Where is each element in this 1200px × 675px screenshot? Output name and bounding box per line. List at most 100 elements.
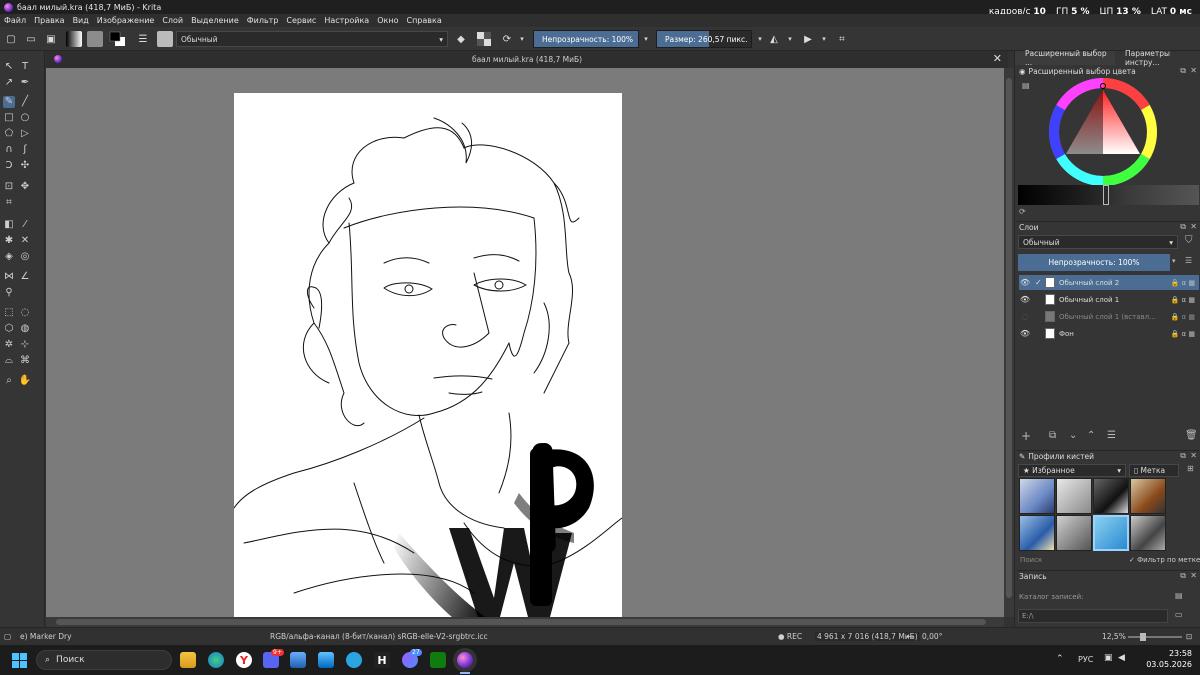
freehand-brush-tool-icon[interactable]: ✎ (3, 96, 15, 108)
save-icon[interactable]: ▣ (44, 31, 58, 47)
line-tool-icon[interactable]: ╱ (19, 96, 31, 108)
reference-images-tool-icon[interactable]: ⚲ (3, 287, 15, 299)
reload-preset-icon[interactable]: ⟳ (500, 31, 514, 47)
mirror-vertical-icon[interactable]: ▶ (800, 31, 816, 47)
bezier-selection-icon[interactable]: ⌓ (3, 355, 15, 367)
vertical-scrollbar[interactable] (1004, 68, 1014, 617)
ellipse-tool-icon[interactable]: ○ (19, 112, 31, 124)
calligraphy-tool-icon[interactable]: ✒ (19, 77, 31, 89)
brush-tag-select[interactable]: ★ Избранное ▾ (1018, 464, 1126, 477)
brush-preset-3[interactable] (1093, 478, 1129, 514)
layer-row-2[interactable]: 👁 Обычный слой 1 🔒 α ▦ (1019, 292, 1199, 307)
freehand-selection-icon[interactable]: ◍ (19, 323, 31, 335)
rectangle-tool-icon[interactable]: □ (3, 112, 15, 124)
menu-window[interactable]: Окно (377, 16, 398, 25)
duplicate-layer-icon[interactable]: ⧉ (1049, 430, 1056, 441)
float-panel-icon[interactable]: ⧉ (1180, 571, 1186, 581)
chevron-down-icon[interactable]: ▾ (786, 31, 794, 47)
gradient-swatch[interactable] (66, 31, 82, 47)
edit-shapes-tool-icon[interactable]: ↗ (3, 77, 15, 89)
color-wheel[interactable] (1047, 78, 1159, 186)
size-slider[interactable]: Размер: 260,57 пикс. (656, 30, 752, 48)
new-document-icon[interactable]: ▢ (4, 31, 18, 47)
text-tool-icon[interactable]: T (19, 61, 31, 73)
brush-preset-5[interactable] (1019, 515, 1055, 551)
float-panel-icon[interactable]: ⧉ (1180, 66, 1186, 76)
brush-preset-7-selected[interactable] (1093, 515, 1129, 551)
app-h-icon[interactable]: H (374, 652, 390, 668)
elliptical-selection-icon[interactable]: ◌ (19, 307, 31, 319)
color-picker-tool-icon[interactable]: ⁄ (19, 219, 31, 231)
color-settings-icon[interactable]: ▤ (1022, 81, 1030, 90)
bezier-tool-icon[interactable]: ∩ (3, 144, 15, 156)
recording-indicator[interactable]: ● REC (778, 632, 802, 641)
layer-row-3[interactable]: ◌ Обычный слой 1 (вставл... 🔒 α ▦ (1019, 309, 1199, 324)
freehand-path-tool-icon[interactable]: ʃ (19, 144, 31, 156)
polygonal-selection-icon[interactable]: ⬡ (3, 323, 15, 335)
windows-start-icon[interactable] (12, 653, 27, 668)
filter-layers-icon[interactable]: ⛉ (1185, 235, 1193, 246)
chevron-down-icon[interactable]: ▾ (518, 31, 526, 47)
monitor-icon[interactable]: ▣ (1104, 653, 1113, 663)
measure-tool-icon[interactable]: ∠ (19, 271, 31, 283)
recorder-options-icon[interactable]: ▤ (1175, 591, 1183, 600)
zoom-slider[interactable] (1128, 636, 1182, 638)
taskbar-search-box[interactable]: ⌕ Поиск (36, 650, 172, 670)
menu-image[interactable]: Изображение (97, 16, 155, 25)
menu-filter[interactable]: Фильтр (247, 16, 279, 25)
system-tray-chevron-icon[interactable]: ⌃ (1056, 654, 1064, 664)
document-tab[interactable]: баал милый.kra (418,7 МиБ) ✕ (46, 51, 1008, 68)
layer-lock-icon[interactable]: 🔒 α ▦ (1171, 313, 1199, 321)
zoom-tool-icon[interactable]: ⌕ (3, 375, 15, 387)
layer-row-4[interactable]: 👁 Фон 🔒 α ▦ (1019, 326, 1199, 341)
brush-view-options-icon[interactable]: ⊞ (1187, 464, 1194, 473)
similar-selection-icon[interactable]: ⊹ (19, 339, 31, 351)
contiguous-selection-icon[interactable]: ✲ (3, 339, 15, 351)
fill-tool-icon[interactable]: ◈ (3, 251, 15, 263)
multibrush-tool-icon[interactable]: ✣ (19, 160, 31, 172)
close-panel-icon[interactable]: ✕ (1190, 451, 1197, 460)
float-panel-icon[interactable]: ⧉ (1180, 222, 1186, 232)
zoom-slider-handle[interactable] (1140, 633, 1146, 641)
dynamic-brush-tool-icon[interactable]: Ↄ (3, 160, 15, 172)
krita-taskbar-icon[interactable] (457, 652, 473, 668)
polygon-tool-icon[interactable]: ⬠ (3, 128, 15, 140)
brush-search-input[interactable]: Поиск (1018, 554, 1124, 566)
layer-blend-mode-select[interactable]: Обычный ▾ (1018, 235, 1178, 249)
chevron-down-icon[interactable]: ▾ (756, 31, 764, 47)
add-layer-icon[interactable]: + (1021, 429, 1031, 443)
hidden-eye-icon[interactable]: ◌ (1019, 312, 1031, 321)
close-panel-icon[interactable]: ✕ (1190, 66, 1197, 75)
mirror-horizontal-icon[interactable]: ◭ (766, 31, 782, 47)
visibility-eye-icon[interactable]: 👁 (1019, 295, 1031, 304)
drawing-page[interactable] (233, 93, 623, 617)
recorder-path-input[interactable]: E:/\ (1018, 609, 1168, 623)
zoom-value[interactable]: 12,5% (1102, 632, 1126, 641)
refresh-color-icon[interactable]: ⟳ (1019, 207, 1026, 216)
language-indicator[interactable]: РУС (1078, 655, 1093, 664)
move-tool-icon[interactable]: ✥ (19, 181, 31, 193)
brush-preset-icon[interactable] (157, 31, 173, 47)
volume-icon[interactable]: ◀ (1118, 653, 1125, 663)
layer-lock-icon[interactable]: 🔒 α ▦ (1171, 296, 1199, 304)
vertical-scroll-thumb[interactable] (1006, 78, 1012, 598)
rectangular-selection-icon[interactable]: ⬚ (3, 307, 15, 319)
layer-lock-icon[interactable]: 🔒 α ▦ (1171, 330, 1199, 338)
pan-tool-icon[interactable]: ✋ (19, 375, 31, 387)
smart-patch-tool-icon[interactable]: ✕ (19, 235, 31, 247)
file-explorer-icon[interactable] (180, 652, 196, 668)
fg-bg-color-icon[interactable] (109, 31, 127, 47)
menu-tools[interactable]: Сервис (286, 16, 316, 25)
chevron-down-icon[interactable]: ▾ (642, 31, 650, 47)
close-document-icon[interactable]: ✕ (993, 52, 1002, 65)
close-panel-icon[interactable]: ✕ (1190, 571, 1197, 580)
layer-properties-icon[interactable]: ☰ (1107, 430, 1116, 441)
magnetic-selection-icon[interactable]: ⌘ (19, 355, 31, 367)
pattern-swatch[interactable] (87, 31, 103, 47)
menu-file[interactable]: Файл (4, 16, 26, 25)
polyline-tool-icon[interactable]: ▷ (19, 128, 31, 140)
layer-row-1[interactable]: 👁 ✓ Обычный слой 2 🔒 α ▦ (1019, 275, 1199, 290)
canvas-viewport[interactable] (46, 68, 1004, 617)
move-layer-up-icon[interactable]: ⌃ (1087, 430, 1095, 441)
rotation-value[interactable]: 0,00° (922, 632, 942, 641)
